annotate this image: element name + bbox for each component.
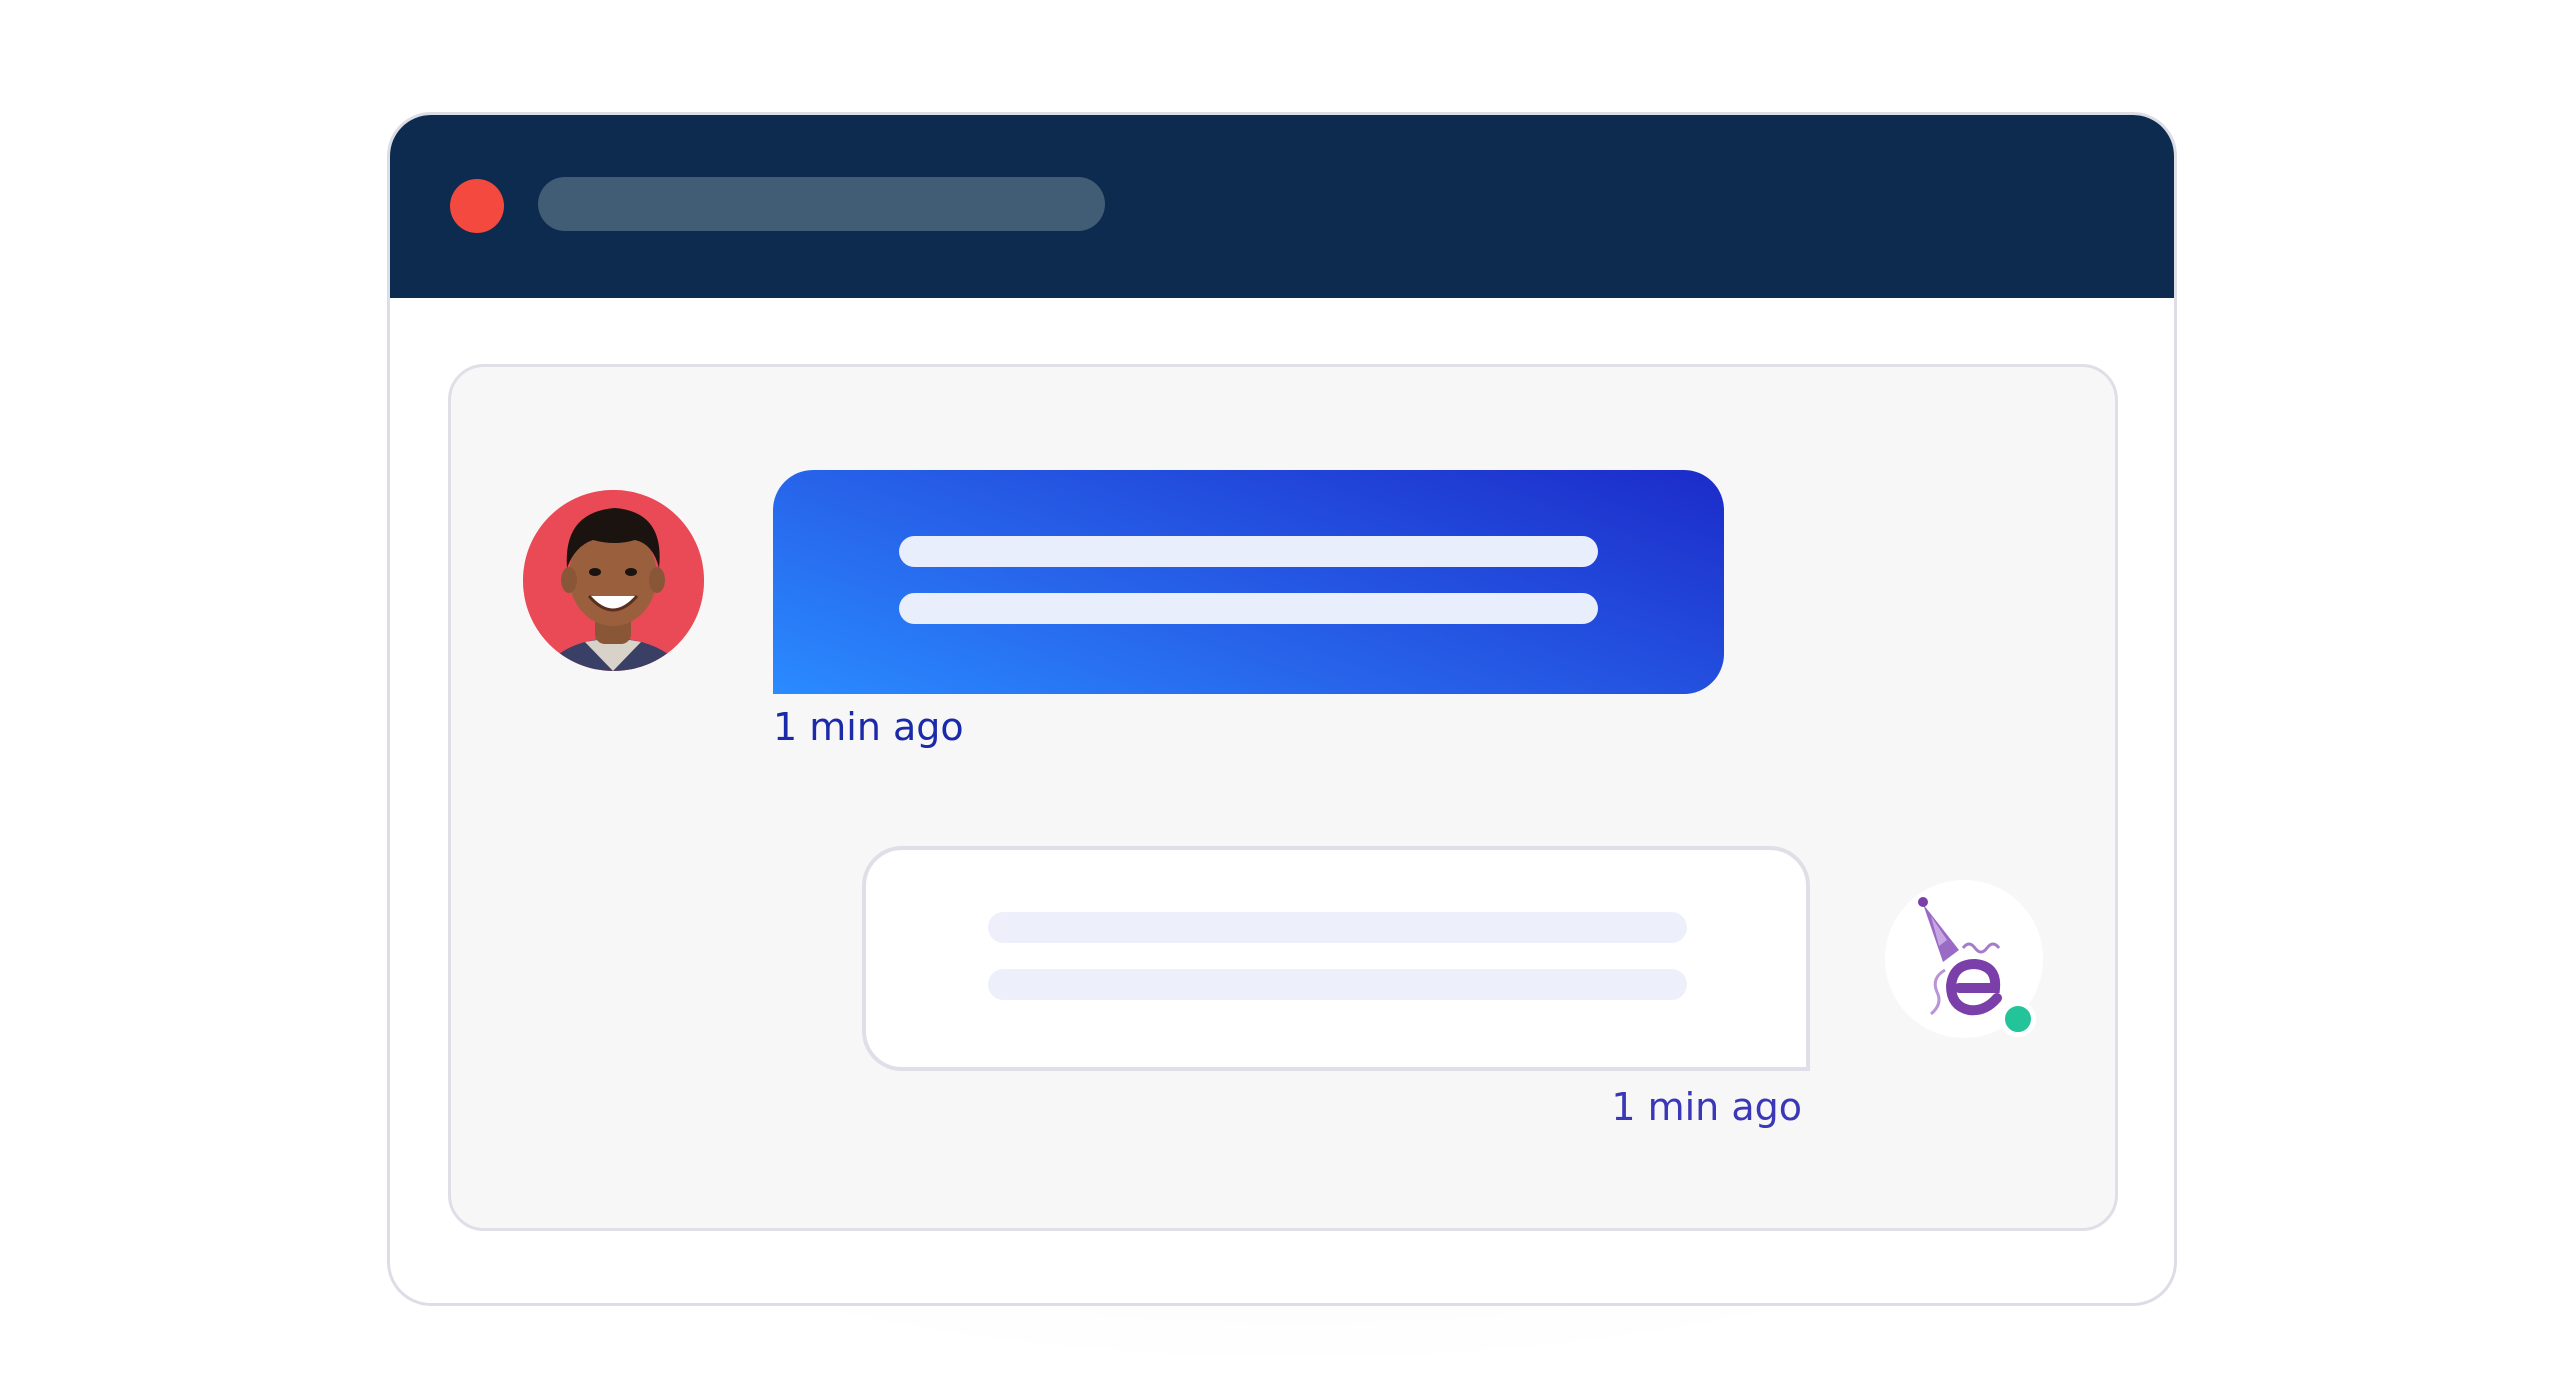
user-photo-icon (523, 490, 704, 671)
outgoing-message-time: 1 min ago (1611, 1085, 1802, 1129)
incoming-message-bubble[interactable] (773, 470, 1724, 694)
message-text-placeholder (988, 969, 1687, 1000)
close-button[interactable] (450, 179, 504, 233)
title-bar (390, 115, 2174, 298)
incoming-message-time: 1 min ago (773, 705, 964, 749)
address-bar-placeholder[interactable] (538, 177, 1105, 231)
message-text-placeholder (988, 912, 1687, 943)
chat-window: 1 min ago 1 min ago (387, 112, 2177, 1306)
user-avatar (523, 490, 704, 671)
message-text-placeholder (899, 593, 1598, 624)
message-text-placeholder (899, 536, 1598, 567)
online-status-indicator (2000, 1001, 2036, 1037)
outgoing-message-bubble[interactable] (862, 846, 1810, 1071)
